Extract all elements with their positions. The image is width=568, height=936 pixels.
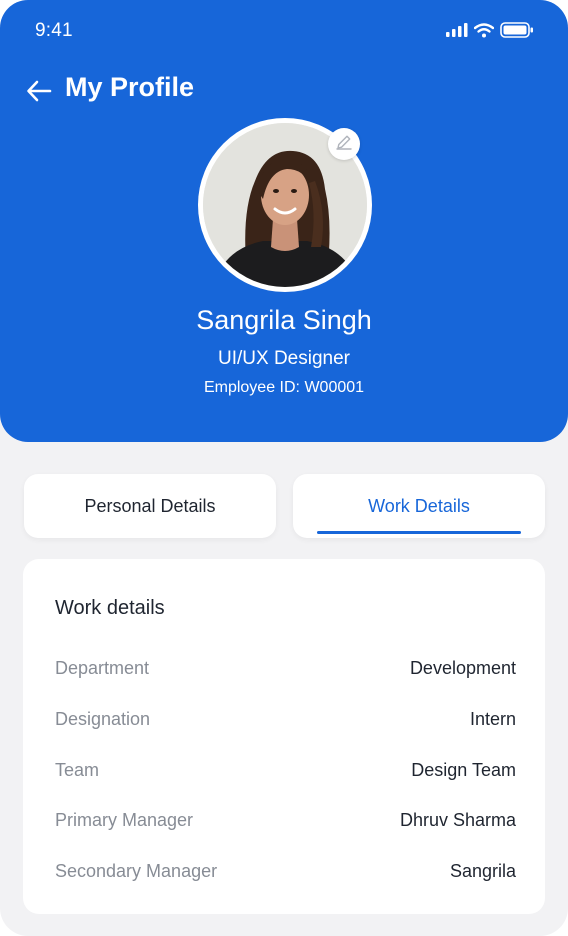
detail-row-team: Team Design Team	[55, 758, 516, 782]
detail-label: Designation	[55, 708, 151, 729]
detail-row-designation: Designation Intern	[55, 707, 516, 731]
pencil-icon	[335, 133, 353, 156]
profile-screen: 9:41 My Profile Sangrila Singh UI/UX Des…	[0, 0, 568, 936]
status-icons	[446, 22, 534, 43]
detail-value: Sangrila	[449, 860, 516, 881]
tab-personal-details[interactable]: Personal Details	[24, 474, 276, 538]
detail-row-primary-manager: Primary Manager Dhruv Sharma	[55, 808, 516, 832]
detail-value: Development	[409, 657, 516, 678]
signal-icon	[446, 23, 468, 42]
detail-row-secondary-manager: Secondary Manager Sangrila	[55, 859, 516, 883]
tab-label: Work Details	[368, 495, 470, 516]
card-title: Work details	[55, 597, 165, 619]
detail-value: Intern	[469, 708, 516, 729]
detail-value: Design Team	[411, 759, 516, 780]
profile-role: UI/UX Designer	[218, 348, 350, 369]
profile-name: Sangrila Singh	[196, 305, 372, 335]
employee-id: Employee ID: W00001	[203, 379, 365, 396]
detail-row-department: Department Development	[55, 656, 516, 680]
profile-header: 9:41 My Profile Sangrila Singh UI/UX Des…	[0, 0, 568, 442]
tab-label: Personal Details	[84, 495, 216, 516]
active-tab-indicator	[317, 531, 521, 534]
back-button[interactable]	[24, 78, 54, 108]
page-title: My Profile	[65, 72, 195, 102]
detail-label: Secondary Manager	[55, 860, 218, 881]
detail-label: Team	[55, 759, 100, 780]
detail-value: Dhruv Sharma	[399, 809, 516, 830]
detail-label: Primary Manager	[55, 809, 194, 830]
detail-label: Department	[55, 657, 150, 678]
status-time: 9:41	[35, 20, 73, 41]
edit-photo-button[interactable]	[328, 128, 360, 160]
wifi-icon	[473, 22, 495, 43]
arrow-left-icon	[26, 80, 52, 107]
work-details-card: Work details Department Development Desi…	[23, 559, 545, 914]
tab-work-details[interactable]: Work Details	[293, 474, 545, 538]
battery-icon	[500, 22, 534, 43]
